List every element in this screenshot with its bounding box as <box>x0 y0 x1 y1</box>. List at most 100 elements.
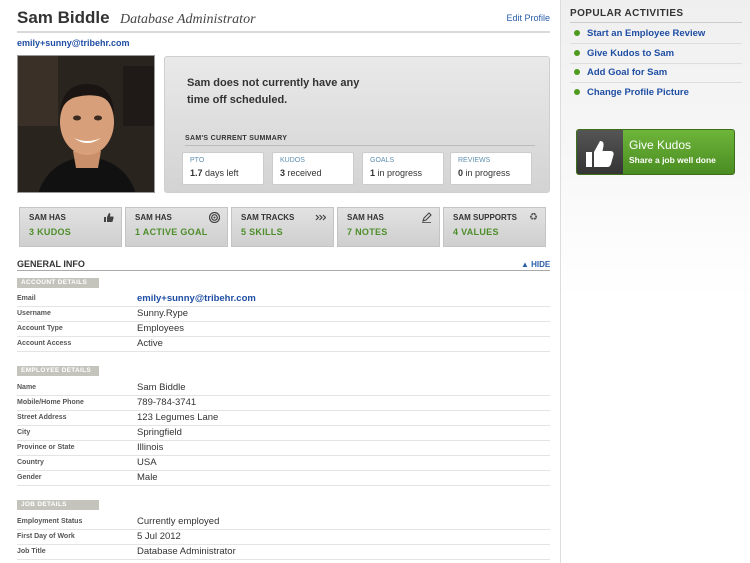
stat-label: KUDOS <box>280 157 305 164</box>
stat-number: 1.7 <box>190 168 203 178</box>
row-value: 789-784-3741 <box>137 397 197 408</box>
row-label: Email <box>17 295 36 302</box>
row-value: USA <box>137 457 157 468</box>
activity-separator <box>570 63 742 64</box>
profile-main: Sam Biddle Database Administrator Edit P… <box>0 0 560 563</box>
stat-suffix: days left <box>205 168 239 178</box>
row-label: Employment Status <box>17 518 83 525</box>
bullet-icon <box>574 50 580 57</box>
current-summary-panel: Sam does not currently have any time off… <box>164 56 550 193</box>
row-label: First Day of Work <box>17 533 75 540</box>
tile-value: 3 KUDOS <box>29 227 72 237</box>
tile-value: 5 SKILLS <box>241 227 283 237</box>
general-info-divider <box>17 270 550 271</box>
info-row: Province or State Illinois <box>17 441 550 456</box>
row-value: Employees <box>137 323 184 334</box>
row-label: Name <box>17 384 37 391</box>
profile-role: Database Administrator <box>120 12 256 27</box>
summary-divider <box>185 145 535 146</box>
thumbs-up-icon <box>103 212 114 226</box>
row-label: Province or State <box>17 444 75 451</box>
row-label: Job Title <box>17 548 46 555</box>
info-row: Account Access Active <box>17 337 550 352</box>
row-label: Street Address <box>17 414 67 421</box>
stat-number: 0 <box>458 168 464 178</box>
tile-heading: SAM HAS <box>29 213 66 222</box>
activity-label: Give Kudos to Sam <box>587 48 675 59</box>
time-off-message: Sam does not currently have any time off… <box>187 77 360 106</box>
info-row: Job Title Database Administrator <box>17 545 550 560</box>
stat-number: 1 <box>370 168 376 178</box>
target-icon <box>208 211 221 226</box>
kudos-stat[interactable]: KUDOS 3 received <box>272 152 354 185</box>
sidebar: POPULAR ACTIVITIES Start an Employee Rev… <box>560 0 750 563</box>
kudos-tile[interactable]: SAM HAS 3 KUDOS <box>19 207 122 247</box>
reviews-stat[interactable]: REVIEWS 0 in progress <box>450 152 532 185</box>
stat-number: 3 <box>280 168 286 178</box>
row-value: Male <box>137 472 158 483</box>
give-kudos-button[interactable]: Give Kudos Share a job well done <box>576 129 735 175</box>
row-label: City <box>17 429 31 436</box>
activity-label: Start an Employee Review <box>587 28 706 39</box>
stat-suffix: received <box>287 168 322 178</box>
start-review-link[interactable]: Start an Employee Review <box>574 28 705 39</box>
row-label: Gender <box>17 474 42 481</box>
info-row: Email emily+sunny@tribehr.com <box>17 292 550 307</box>
triangle-up-icon: ▲ <box>521 260 529 269</box>
email-link[interactable]: emily+sunny@tribehr.com <box>137 293 256 304</box>
change-picture-link[interactable]: Change Profile Picture <box>574 87 689 98</box>
row-value: Currently employed <box>137 516 220 527</box>
row-value: Sam Biddle <box>137 382 186 393</box>
account-details-tag: ACCOUNT DETAILS <box>17 278 99 288</box>
info-row: City Springfield <box>17 426 550 441</box>
info-row: Employment Status Currently employed <box>17 515 550 530</box>
tile-value: 1 ACTIVE GOAL <box>135 227 208 237</box>
row-value: 5 Jul 2012 <box>137 531 181 542</box>
tile-heading: SAM HAS <box>347 213 384 222</box>
hide-label: HIDE <box>531 260 551 269</box>
pto-stat[interactable]: PTO 1.7 days left <box>182 152 264 185</box>
tile-heading: SAM HAS <box>135 213 172 222</box>
tile-value: 7 NOTES <box>347 227 388 237</box>
row-value: Illinois <box>137 442 164 453</box>
general-info-heading: GENERAL INFO <box>17 259 85 269</box>
stat-label: GOALS <box>370 157 395 164</box>
give-kudos-link[interactable]: Give Kudos to Sam <box>574 48 674 59</box>
info-row: Username Sunny.Rype <box>17 307 550 322</box>
recycle-icon: ♻ <box>529 212 538 223</box>
activity-separator <box>570 43 742 44</box>
sidebar-divider <box>570 22 742 23</box>
activity-separator <box>570 82 742 83</box>
row-value: 123 Legumes Lane <box>137 412 219 423</box>
employee-details-tag: EMPLOYEE DETAILS <box>17 366 99 376</box>
chevrons-icon <box>315 212 327 226</box>
header-divider <box>17 31 550 33</box>
add-goal-link[interactable]: Add Goal for Sam <box>574 67 667 78</box>
info-row: Mobile/Home Phone 789-784-3741 <box>17 396 550 411</box>
stat-label: PTO <box>190 157 205 164</box>
popular-activities-heading: POPULAR ACTIVITIES <box>570 8 684 19</box>
stat-label: REVIEWS <box>458 157 491 164</box>
goals-stat[interactable]: GOALS 1 in progress <box>362 152 444 185</box>
values-tile[interactable]: SAM SUPPORTS 4 VALUES ♻ <box>443 207 546 247</box>
hide-toggle[interactable]: ▲ HIDE <box>521 260 550 269</box>
row-value: Database Administrator <box>137 546 236 557</box>
activity-label: Add Goal for Sam <box>587 67 668 78</box>
profile-email-link[interactable]: emily+sunny@tribehr.com <box>17 38 130 48</box>
bullet-icon <box>574 69 580 76</box>
profile-photo <box>17 55 155 193</box>
stat-tiles: SAM HAS 3 KUDOS SAM HAS 1 ACTIVE GOAL SA… <box>19 207 550 247</box>
thumbs-up-icon <box>577 130 623 174</box>
goals-tile[interactable]: SAM HAS 1 ACTIVE GOAL <box>125 207 228 247</box>
skills-tile[interactable]: SAM TRACKS 5 SKILLS <box>231 207 334 247</box>
info-row: Gender Male <box>17 471 550 486</box>
kudos-button-subtitle: Share a job well done <box>629 155 716 165</box>
info-row: Account Type Employees <box>17 322 550 337</box>
info-row: Street Address 123 Legumes Lane <box>17 411 550 426</box>
row-label: Mobile/Home Phone <box>17 399 84 406</box>
notes-tile[interactable]: SAM HAS 7 NOTES <box>337 207 440 247</box>
tile-heading: SAM TRACKS <box>241 213 295 222</box>
edit-profile-link[interactable]: Edit Profile <box>506 13 550 23</box>
kudos-button-title: Give Kudos <box>629 138 692 152</box>
row-value: Active <box>137 338 163 349</box>
